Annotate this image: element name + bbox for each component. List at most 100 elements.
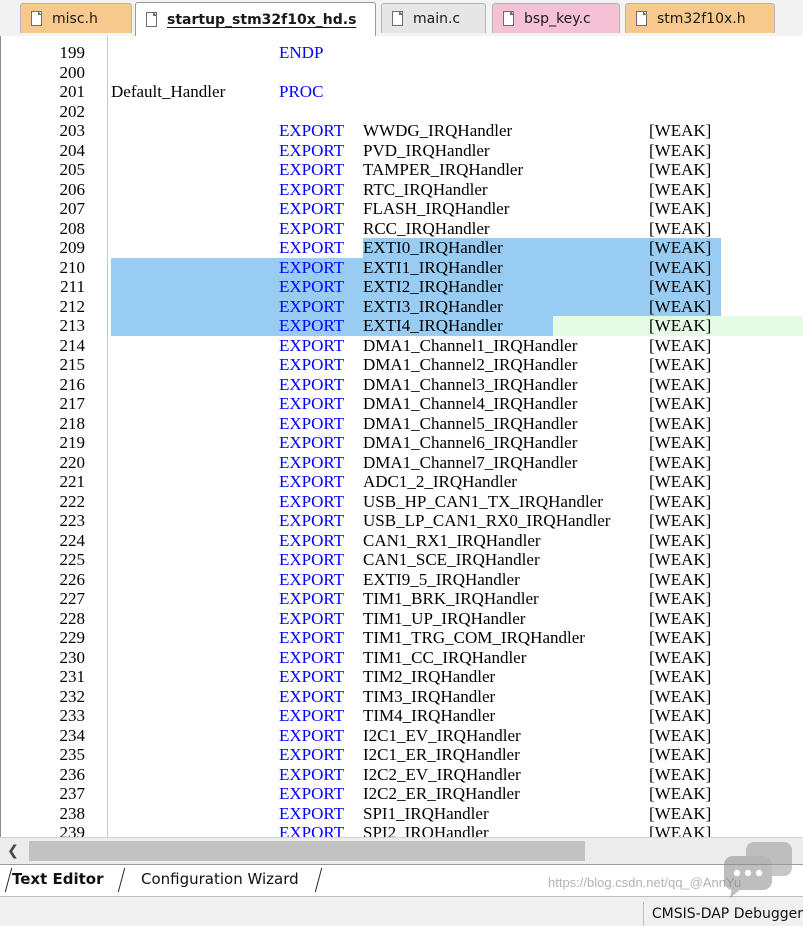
- code-line[interactable]: 226 EXPORT EXTI9_5_IRQHandler [WEAK]: [1, 570, 803, 590]
- watermark: https://blog.csdn.net/qq_@AnnYu: [548, 875, 742, 890]
- code-line[interactable]: 205 EXPORT TAMPER_IRQHandler [WEAK]: [1, 160, 803, 180]
- code-attribute: [WEAK]: [649, 667, 712, 686]
- code-keyword: EXPORT: [279, 550, 345, 569]
- code-attribute: [WEAK]: [649, 374, 712, 394]
- code-keyword: EXPORT: [279, 179, 345, 199]
- code-line[interactable]: 207 EXPORT FLASH_IRQHandler [WEAK]: [1, 199, 803, 219]
- code-line[interactable]: 233 EXPORT TIM4_IRQHandler [WEAK]: [1, 706, 803, 726]
- line-number: 205: [59, 160, 86, 179]
- code-line[interactable]: 202: [1, 102, 803, 122]
- line-number: 234: [59, 725, 86, 745]
- code-line[interactable]: 210 EXPORT EXTI1_IRQHandler [WEAK]: [1, 258, 803, 278]
- line-number: 229: [59, 628, 86, 647]
- code-line[interactable]: 230 EXPORT TIM1_CC_IRQHandler [WEAK]: [1, 648, 803, 668]
- code-line[interactable]: 199 ENDP: [1, 43, 803, 63]
- code-attribute: [WEAK]: [649, 823, 712, 837]
- code-line[interactable]: 228 EXPORT TIM1_UP_IRQHandler [WEAK]: [1, 609, 803, 629]
- code-line[interactable]: 217 EXPORT DMA1_Channel4_IRQHandler [WEAK]: [1, 394, 803, 414]
- code-line[interactable]: 235 EXPORT I2C1_ER_IRQHandler [WEAK]: [1, 745, 803, 765]
- code-attribute: [WEAK]: [649, 686, 712, 706]
- code-line[interactable]: 209 EXPORT EXTI0_IRQHandler [WEAK]: [1, 238, 803, 258]
- code-line[interactable]: 224 EXPORT CAN1_RX1_IRQHandler [WEAK]: [1, 531, 803, 551]
- tab-configuration-wizard[interactable]: Configuration Wizard: [126, 865, 299, 893]
- line-number: 219: [59, 433, 86, 452]
- code-line[interactable]: 220 EXPORT DMA1_Channel7_IRQHandler [WEAK]: [1, 453, 803, 473]
- code-keyword: EXPORT: [279, 199, 345, 218]
- file-tab-misc-h[interactable]: misc.h: [20, 3, 132, 33]
- file-tab-label: main.c: [413, 10, 461, 27]
- code-line[interactable]: 238 EXPORT SPI1_IRQHandler [WEAK]: [1, 804, 803, 824]
- code-line[interactable]: 225 EXPORT CAN1_SCE_IRQHandler [WEAK]: [1, 550, 803, 570]
- code-line[interactable]: 229 EXPORT TIM1_TRG_COM_IRQHandler [WEAK]: [1, 628, 803, 648]
- code-attribute: [WEAK]: [649, 452, 712, 472]
- file-tab-main-c[interactable]: main.c: [381, 3, 486, 33]
- code-attribute: [WEAK]: [649, 628, 712, 647]
- code-line[interactable]: 219 EXPORT DMA1_Channel6_IRQHandler [WEAK]: [1, 433, 803, 453]
- code-symbol: SPI2_IRQHandler: [363, 823, 489, 837]
- code-editor[interactable]: 199 ENDP 200 201 Default_Handler PROC 202 203 EX…: [0, 36, 803, 837]
- code-keyword: EXPORT: [279, 511, 345, 530]
- code-line[interactable]: 231 EXPORT TIM2_IRQHandler [WEAK]: [1, 667, 803, 687]
- file-icon: [146, 12, 157, 27]
- line-number: 199: [59, 43, 86, 62]
- code-keyword: EXPORT: [279, 725, 345, 745]
- code-line[interactable]: 227 EXPORT TIM1_BRK_IRQHandler [WEAK]: [1, 589, 803, 609]
- code-line[interactable]: 221 EXPORT ADC1_2_IRQHandler [WEAK]: [1, 472, 803, 492]
- line-number: 237: [59, 784, 86, 803]
- code-keyword: EXPORT: [279, 452, 345, 472]
- code-line[interactable]: 234 EXPORT I2C1_EV_IRQHandler [WEAK]: [1, 726, 803, 746]
- code-symbol: CAN1_RX1_IRQHandler: [363, 530, 541, 550]
- code-line[interactable]: 237 EXPORT I2C2_ER_IRQHandler [WEAK]: [1, 784, 803, 804]
- code-line[interactable]: 204 EXPORT PVD_IRQHandler [WEAK]: [1, 141, 803, 161]
- code-line[interactable]: 208 EXPORT RCC_IRQHandler [WEAK]: [1, 219, 803, 239]
- file-tab-label: startup_stm32f10x_hd.s: [167, 11, 357, 28]
- code-line[interactable]: 213 EXPORT EXTI4_IRQHandler [WEAK]: [1, 316, 803, 336]
- line-number: 228: [59, 608, 86, 628]
- code-line[interactable]: 201 Default_Handler PROC: [1, 82, 803, 102]
- debugger-status: CMSIS-DAP Debugger: [642, 902, 803, 926]
- code-attribute: [WEAK]: [649, 511, 712, 530]
- code-attribute: [WEAK]: [649, 355, 712, 374]
- code-line[interactable]: 223 EXPORT USB_LP_CAN1_RX0_IRQHandler [WEAK…: [1, 511, 803, 531]
- file-tab-bsp-key-c[interactable]: bsp_key.c: [492, 3, 620, 33]
- code-line[interactable]: 239 EXPORT SPI2_IRQHandler [WEAK]: [1, 823, 803, 837]
- code-attribute: [WEAK]: [649, 530, 712, 550]
- code-line[interactable]: 214 EXPORT DMA1_Channel1_IRQHandler [WEAK]: [1, 336, 803, 356]
- code-line[interactable]: 236 EXPORT I2C2_EV_IRQHandler [WEAK]: [1, 765, 803, 785]
- code-symbol: EXTI1_IRQHandler: [363, 257, 503, 277]
- line-number: 227: [59, 589, 86, 608]
- code-line[interactable]: 222 EXPORT USB_HP_CAN1_TX_IRQHandler [WEAK]: [1, 492, 803, 512]
- code-line[interactable]: 218 EXPORT DMA1_Channel5_IRQHandler [WEAK]: [1, 414, 803, 434]
- code-attribute: [WEAK]: [649, 803, 712, 823]
- file-tab-startup-stm32f10x-hd-s[interactable]: startup_stm32f10x_hd.s: [135, 2, 376, 36]
- horizontal-scrollbar[interactable]: ❮: [0, 837, 803, 865]
- code-keyword: EXPORT: [279, 589, 345, 608]
- code-line[interactable]: 232 EXPORT TIM3_IRQHandler [WEAK]: [1, 687, 803, 707]
- code-symbol: I2C1_EV_IRQHandler: [363, 725, 521, 745]
- file-icon: [636, 11, 647, 26]
- code-line[interactable]: 216 EXPORT DMA1_Channel3_IRQHandler [WEAK]: [1, 375, 803, 395]
- line-number: 236: [59, 764, 86, 784]
- code-symbol: TIM3_IRQHandler: [363, 686, 496, 706]
- code-line[interactable]: 200: [1, 63, 803, 83]
- code-line[interactable]: 203 EXPORT WWDG_IRQHandler [WEAK]: [1, 121, 803, 141]
- line-number: 209: [59, 238, 86, 257]
- code-line[interactable]: 206 EXPORT RTC_IRQHandler [WEAK]: [1, 180, 803, 200]
- code-attribute: [WEAK]: [649, 589, 712, 608]
- code-keyword: ENDP: [279, 43, 324, 62]
- code-line[interactable]: 215 EXPORT DMA1_Channel2_IRQHandler [WEAK]: [1, 355, 803, 375]
- code-line[interactable]: 211 EXPORT EXTI2_IRQHandler [WEAK]: [1, 277, 803, 297]
- scrollbar-thumb[interactable]: [29, 841, 585, 861]
- code-symbol: EXTI4_IRQHandler: [363, 316, 503, 335]
- chevron-left-icon[interactable]: ❮: [2, 840, 24, 862]
- code-attribute: [WEAK]: [649, 745, 712, 764]
- line-number: 214: [59, 335, 86, 355]
- code-attribute: [WEAK]: [649, 257, 712, 277]
- code-keyword: EXPORT: [279, 608, 345, 628]
- tab-divider: [117, 868, 126, 892]
- tab-text-editor[interactable]: Text Editor: [4, 865, 103, 893]
- code-line[interactable]: 212 EXPORT EXTI3_IRQHandler [WEAK]: [1, 297, 803, 317]
- file-tab-stm32f10x-h[interactable]: stm32f10x.h: [625, 3, 775, 33]
- code-symbol: TIM1_BRK_IRQHandler: [363, 589, 539, 608]
- code-attribute: [WEAK]: [649, 725, 712, 745]
